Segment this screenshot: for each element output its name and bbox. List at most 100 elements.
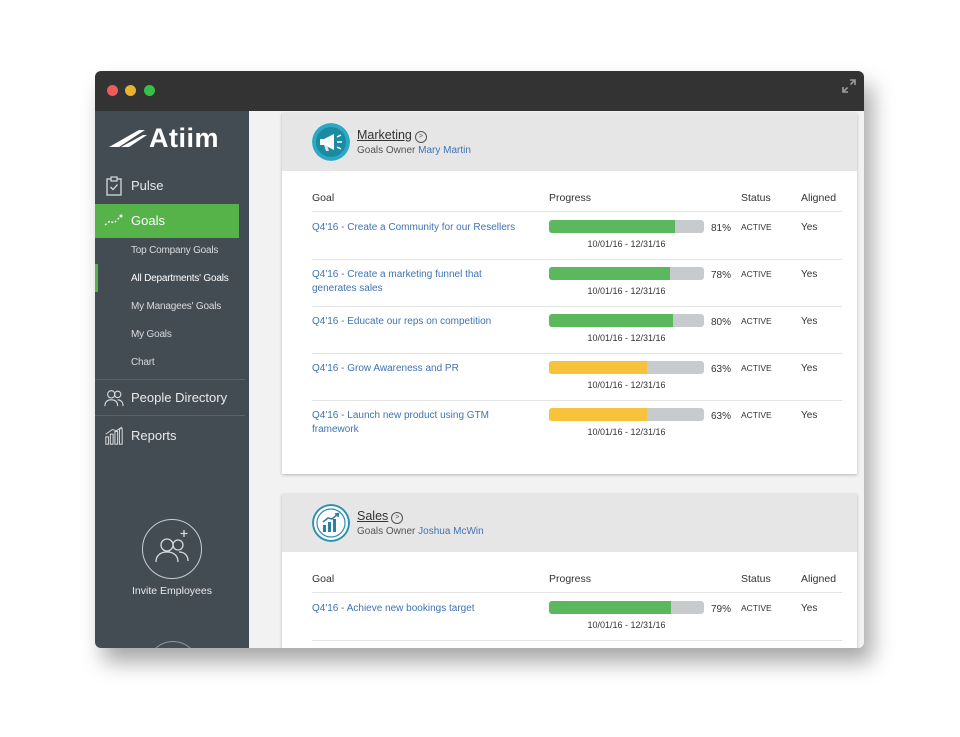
goal-row: Q4'16 - Launch new product using GTM fra… [312,400,842,447]
progress-bar [549,267,704,280]
goal-aligned: Yes [801,603,818,614]
column-header-aligned: Aligned [801,573,837,585]
goal-status: ACTIVE [741,363,772,373]
goals-owner-name[interactable]: Joshua McWin [418,526,484,537]
fullscreen-icon[interactable] [842,79,856,93]
sidebar: Atiim Pulse Goals Top Company Goals All … [95,111,249,648]
goals-owner: Goals Owner Joshua McWin [357,526,484,537]
goal-status: ACTIVE [741,603,772,613]
clipboard-icon [106,176,122,196]
active-indicator [95,264,98,292]
logo-swoosh-icon [109,130,147,147]
goal-status: ACTIVE [741,316,772,326]
goal-title-link[interactable]: Q4'16 - Create a Community for our Resel… [312,221,532,235]
goal-status: ACTIVE [741,269,772,279]
atiim-logo[interactable]: Atiim [109,123,239,153]
submenu-my-goals[interactable]: My Goals [131,329,172,340]
goal-title-link[interactable]: Q4'16 - Achieve new bookings target [312,602,532,616]
progress-bar [549,408,704,421]
goal-status: ACTIVE [741,410,772,420]
goal-row: Q4'16 - Create a marketing funnel that g… [312,259,842,307]
goal-dates: 10/01/16 - 12/31/16 [587,333,666,343]
sidebar-item-label: Pulse [131,178,164,193]
growth-chart-icon [312,504,350,542]
goals-owner-label: Goals Owner [357,526,416,537]
bar-chart-icon [105,426,123,445]
department-name-link[interactable]: Sales > [357,509,404,524]
goal-aligned: Yes [801,363,818,374]
chevron-right-icon[interactable]: > [391,512,404,524]
progress-percent: 78% [711,270,732,281]
sidebar-item-pulse[interactable]: Pulse [95,169,249,203]
progress-fill [549,601,672,614]
sidebar-item-people-directory[interactable]: People Directory [95,381,249,415]
chevron-right-icon[interactable]: > [414,131,427,143]
title-bar [95,71,864,111]
goal-row: Q4'16 - Grow Awareness and PR 63% 10/01/… [312,353,842,401]
megaphone-icon [312,123,350,161]
department-name[interactable]: Sales [357,509,388,523]
close-window-button[interactable] [107,85,118,96]
column-header-progress: Progress [549,573,592,585]
progress-percent: 81% [711,223,732,234]
sidebar-item-label: Reports [131,428,177,443]
invite-employees-label[interactable]: Invite Employees [95,585,249,597]
app-window: Atiim Pulse Goals Top Company Goals All … [95,71,864,648]
submenu-top-company-goals[interactable]: Top Company Goals [131,245,218,256]
people-icon [104,390,124,407]
department-name-link[interactable]: Marketing > [357,128,427,143]
goal-dates: 10/01/16 - 12/31/16 [587,286,666,296]
column-header-status: Status [741,192,771,204]
goal-title-link[interactable]: Q4'16 - Launch new product using GTM fra… [312,409,512,437]
submenu-all-departments-goals[interactable]: All Departments' Goals [131,273,229,284]
goal-aligned: Yes [801,222,818,233]
progress-bar [549,220,704,233]
divider [95,379,245,380]
progress-bar [549,361,704,374]
goal-dates: 10/01/16 - 12/31/16 [587,239,666,249]
column-header-status: Status [741,573,771,585]
sidebar-bottom-button[interactable] [147,641,199,648]
sidebar-item-reports[interactable]: Reports [95,419,249,453]
department-card-sales: Sales > Goals Owner Joshua McWin Goal Pro… [282,494,857,648]
progress-percent: 63% [711,411,732,422]
goal-dates: 10/01/16 - 12/31/16 [587,427,666,437]
goal-status: ACTIVE [741,222,772,232]
goal-dates: 10/01/16 - 12/31/16 [587,620,666,630]
goal-title-link[interactable]: Q4'16 - Create a marketing funnel that g… [312,268,507,296]
department-header: Marketing > Goals Owner Mary Martin [282,113,857,171]
goals-owner-label: Goals Owner [357,145,416,156]
minimize-window-button[interactable] [125,85,136,96]
goals-owner-name[interactable]: Mary Martin [418,145,471,156]
submenu-my-managees-goals[interactable]: My Managees' Goals [131,301,221,312]
add-people-icon [155,530,189,563]
progress-bar [549,601,704,614]
goal-row: Q4'16 - Create a Community for our Resel… [312,212,842,260]
goal-title-link[interactable]: Q4'16 - Grow Awareness and PR [312,362,532,376]
zoom-window-button[interactable] [144,85,155,96]
submenu-chart[interactable]: Chart [131,357,155,368]
logo-text: Atiim [149,123,219,153]
goal-aligned: Yes [801,269,818,280]
sidebar-item-label: People Directory [131,390,228,405]
invite-employees-button[interactable] [142,519,202,579]
department-name[interactable]: Marketing [357,128,412,142]
divider [95,415,245,416]
progress-fill [549,314,673,327]
column-header-goal: Goal [312,573,335,585]
goal-title-link[interactable]: Q4'16 - Educate our reps on competition [312,315,532,329]
column-header-aligned: Aligned [801,192,837,204]
trend-icon [104,214,123,226]
column-header-goal: Goal [312,192,335,204]
goals-owner: Goals Owner Mary Martin [357,145,471,156]
progress-fill [549,408,647,421]
progress-fill [549,267,670,280]
progress-percent: 63% [711,364,732,375]
main-content: Marketing > Goals Owner Mary Martin Goal … [249,111,864,648]
column-header-progress: Progress [549,192,592,204]
progress-fill [549,361,647,374]
sidebar-item-goals[interactable]: Goals [95,204,239,238]
sidebar-item-label: Goals [131,213,165,228]
goal-aligned: Yes [801,410,818,421]
goal-dates: 10/01/16 - 12/31/16 [587,380,666,390]
